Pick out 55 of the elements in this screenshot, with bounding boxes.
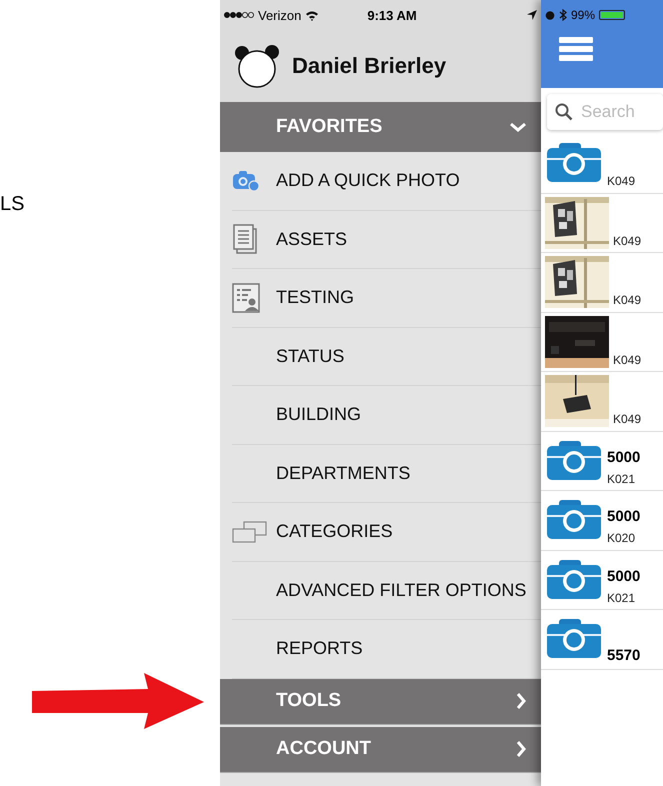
section-header[interactable]: TOOLS [220,678,541,724]
side-note-text: LS [0,193,24,216]
document-icon [232,224,258,254]
battery-icon [599,10,626,20]
section-header[interactable]: ACCOUNT [220,726,541,772]
carrier-text: Verizon [258,8,302,22]
checklist-icon [232,282,260,313]
asset-code: K021 [607,472,636,486]
location-icon [527,10,537,20]
camera-icon [545,558,603,601]
camera-icon [545,142,603,184]
bluetooth-icon [559,9,567,21]
asset-code: K049 [613,352,642,367]
chevron-icon [515,692,527,710]
asset-row[interactable]: K049 [541,253,663,312]
windows-icon [232,520,268,543]
favorites-header[interactable]: FAVORITES [220,102,541,152]
panda-avatar-icon [234,44,280,88]
asset-row[interactable]: K049 [541,134,663,194]
search-input[interactable]: Search [579,101,653,123]
camera-icon [545,618,603,660]
menu-item[interactable]: ADD A QUICK PHOTO [232,152,541,210]
asset-code: K049 [613,293,642,308]
asset-code: K020 [607,531,636,546]
menu-icon[interactable] [559,36,593,62]
asset-code: K021 [607,590,636,605]
asset-row[interactable]: K049 [541,194,663,253]
clock-text: 9:13 AM [367,8,417,22]
camera-icon [232,170,260,192]
chevron-icon [509,121,527,133]
asset-code: K049 [607,174,636,188]
search-icon [555,103,573,121]
battery-percent: 99% [571,8,596,22]
asset-code: K049 [613,412,642,426]
asset-number: 5000 [607,508,640,526]
signal-icon [224,11,254,19]
menu-item[interactable]: ASSETS [232,210,541,269]
user-name: Daniel Brierley [292,53,446,79]
asset-number: 5000 [607,568,640,585]
asset-row[interactable]: 5000 K020 [541,491,663,550]
chevron-icon [515,740,527,758]
camera-icon [545,440,603,482]
asset-row[interactable]: 5570 [541,610,663,670]
search-bar[interactable]: Search [547,94,663,130]
asset-number: 5000 [607,448,640,466]
camera-icon [545,499,603,542]
asset-row[interactable]: K049 [541,372,663,432]
asset-code: K049 [613,234,642,248]
asset-number: 5570 [607,647,640,664]
menu-item[interactable]: TESTING [232,269,541,328]
menu-item[interactable]: CATEGORIES [232,503,541,562]
wifi-icon [305,10,320,20]
asset-row[interactable]: K049 [541,312,663,372]
asset-row[interactable]: 5000 K021 [541,550,663,610]
asset-row[interactable]: 5000 K021 [541,432,663,491]
